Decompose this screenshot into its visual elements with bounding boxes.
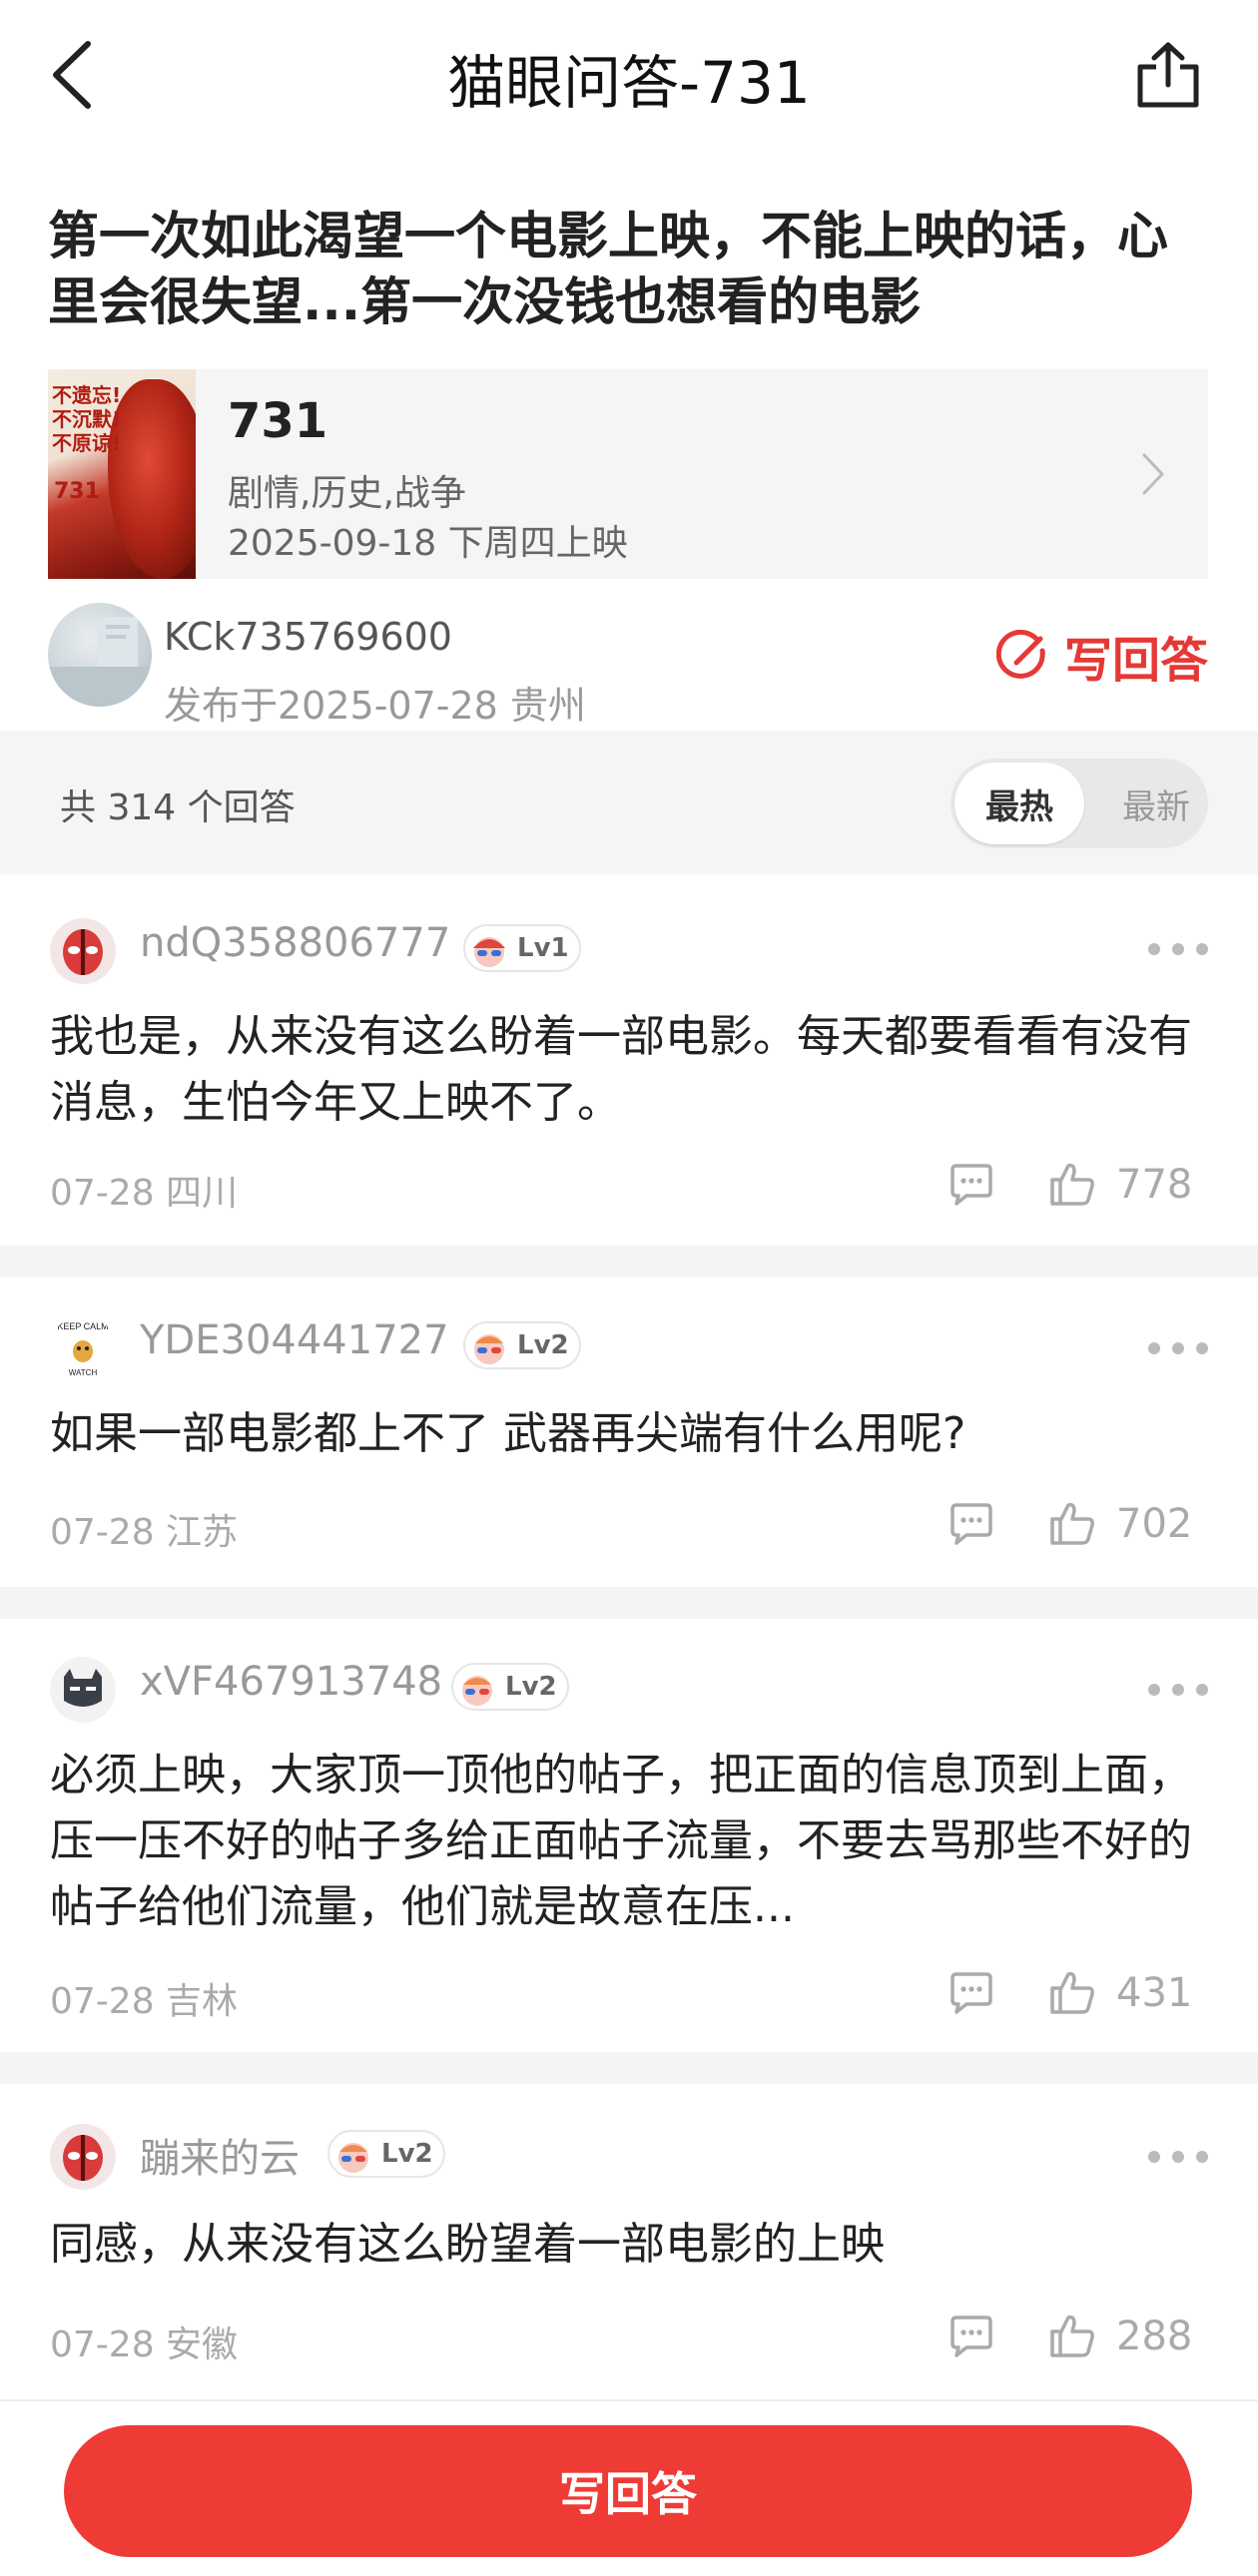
level-text: Lv1	[517, 933, 569, 963]
level-text: Lv2	[381, 2139, 433, 2169]
write-answer-label: 写回答	[1063, 633, 1208, 689]
thumbs-up-icon[interactable]	[1048, 1499, 1096, 1547]
divider	[0, 2052, 1258, 2084]
edit-icon	[995, 629, 1045, 679]
thumbs-up-icon[interactable]	[1048, 2312, 1096, 2359]
keep-calm-avatar[interactable]: KEEP CALM WATCH	[50, 1315, 116, 1381]
deadpool-avatar[interactable]	[50, 918, 116, 984]
author-avatar[interactable]	[48, 603, 152, 707]
comment-icon[interactable]	[946, 1501, 996, 1547]
sort-toggle: 最热 最新	[950, 759, 1208, 848]
movie-card[interactable]: 不遗忘! 不沉默! 不原谅! 731 731 剧情,历史,战争 2025-09-…	[48, 369, 1208, 579]
chevron-right-icon	[1142, 453, 1164, 495]
write-answer-button[interactable]: 写回答	[64, 2425, 1192, 2557]
like-count: 288	[1116, 2314, 1193, 2359]
write-answer-link[interactable]: 写回答	[995, 621, 1208, 691]
level-text: Lv2	[517, 1330, 569, 1360]
answer-username[interactable]: 蹦来的云	[140, 2126, 300, 2184]
answers-header: 共 314 个回答 最热 最新	[0, 731, 1258, 874]
deadpool-avatar[interactable]	[50, 2124, 116, 2190]
answer-username[interactable]: xVF467913748	[140, 1659, 442, 1705]
more-options-icon[interactable]	[1148, 934, 1208, 964]
level-badge: Lv2	[463, 1321, 581, 1369]
answer-text[interactable]: 如果一部电影都上不了 武器再尖端有什么用呢?	[50, 1401, 1208, 1467]
bottom-divider	[0, 2399, 1258, 2401]
comment-icon[interactable]	[946, 1970, 996, 2016]
like-count: 702	[1116, 1501, 1193, 1547]
answer-text[interactable]: 我也是，从来没有这么盼着一部电影。每天都要看看有没有消息，生怕今年又上映不了。	[50, 1004, 1208, 1136]
answer-item: ndQ358806777 Lv1 我也是，从来没有这么盼着一部电影。每天都要看看…	[0, 874, 1258, 1246]
level-badge: Lv2	[451, 1663, 569, 1711]
answer-item: KEEP CALM WATCH YDE304441727 Lv2 如果一部电影都…	[0, 1278, 1258, 1587]
top-nav-bar: 猫眼问答-731	[0, 0, 1258, 150]
poster-slogan: 不遗忘! 不沉默! 不原谅!	[52, 383, 122, 455]
like-count: 778	[1116, 1162, 1193, 1208]
answer-username[interactable]: ndQ358806777	[140, 920, 450, 966]
more-options-icon[interactable]	[1148, 2142, 1208, 2172]
divider	[0, 1587, 1258, 1619]
more-options-icon[interactable]	[1148, 1333, 1208, 1363]
page-title: 猫眼问答-731	[447, 49, 811, 117]
poster-number: 731	[54, 479, 100, 504]
sort-hot-tab[interactable]: 最热	[954, 763, 1084, 844]
level-badge: Lv2	[327, 2130, 445, 2178]
share-button[interactable]	[1128, 30, 1208, 120]
like-count: 431	[1116, 1970, 1193, 2016]
level-badge-icon	[338, 2143, 368, 2173]
answer-username[interactable]: YDE304441727	[140, 1317, 449, 1363]
svg-text:WATCH: WATCH	[69, 1368, 98, 1377]
level-text: Lv2	[505, 1672, 557, 1702]
author-meta: 发布于2025-07-28 贵州	[164, 684, 586, 728]
movie-poster: 不遗忘! 不沉默! 不原谅! 731	[48, 369, 196, 579]
level-badge: Lv1	[463, 924, 581, 972]
answer-date-location: 07-28 四川	[50, 1173, 239, 1214]
thumbs-up-icon[interactable]	[1048, 1160, 1096, 1208]
batman-avatar[interactable]	[50, 1657, 116, 1723]
answer-item: 蹦来的云 Lv2 同感，从来没有这么盼望着一部电影的上映 07-28 安徽 28…	[0, 2084, 1258, 2399]
movie-genre: 剧情,历史,战争	[228, 473, 466, 514]
answer-text[interactable]: 同感，从来没有这么盼望着一部电影的上映	[50, 2212, 1208, 2278]
answer-text[interactable]: 必须上映，大家顶一顶他的帖子，把正面的信息顶到上面，压一压不好的帖子多给正面帖子…	[50, 1743, 1208, 1940]
divider	[0, 1246, 1258, 1278]
comment-icon[interactable]	[946, 1162, 996, 1208]
level-badge-icon	[473, 937, 505, 967]
sort-new-tab[interactable]: 最新	[1122, 759, 1190, 848]
answer-date-location: 07-28 江苏	[50, 1512, 239, 1553]
answer-date-location: 07-28 安徽	[50, 2324, 239, 2365]
answer-date-location: 07-28 吉林	[50, 1981, 239, 2022]
question-title: 第一次如此渴望一个电影上映，不能上映的话，心里会很失望...第一次没钱也想看的电…	[48, 208, 1169, 332]
comment-icon[interactable]	[946, 2314, 996, 2359]
movie-name: 731	[228, 393, 328, 449]
author-name[interactable]: KCk735769600	[164, 615, 452, 659]
more-options-icon[interactable]	[1148, 1675, 1208, 1705]
share-icon	[1137, 42, 1199, 108]
movie-release-date: 2025-09-18 下周四上映	[228, 523, 628, 564]
answer-count: 共 314 个回答	[60, 787, 296, 828]
level-badge-icon	[462, 1676, 492, 1706]
answer-item: xVF467913748 Lv2 必须上映，大家顶一顶他的帖子，把正面的信息顶到…	[0, 1619, 1258, 2052]
svg-text:KEEP CALM: KEEP CALM	[57, 1321, 108, 1331]
level-badge-icon	[474, 1334, 504, 1364]
thumbs-up-icon[interactable]	[1048, 1968, 1096, 2016]
